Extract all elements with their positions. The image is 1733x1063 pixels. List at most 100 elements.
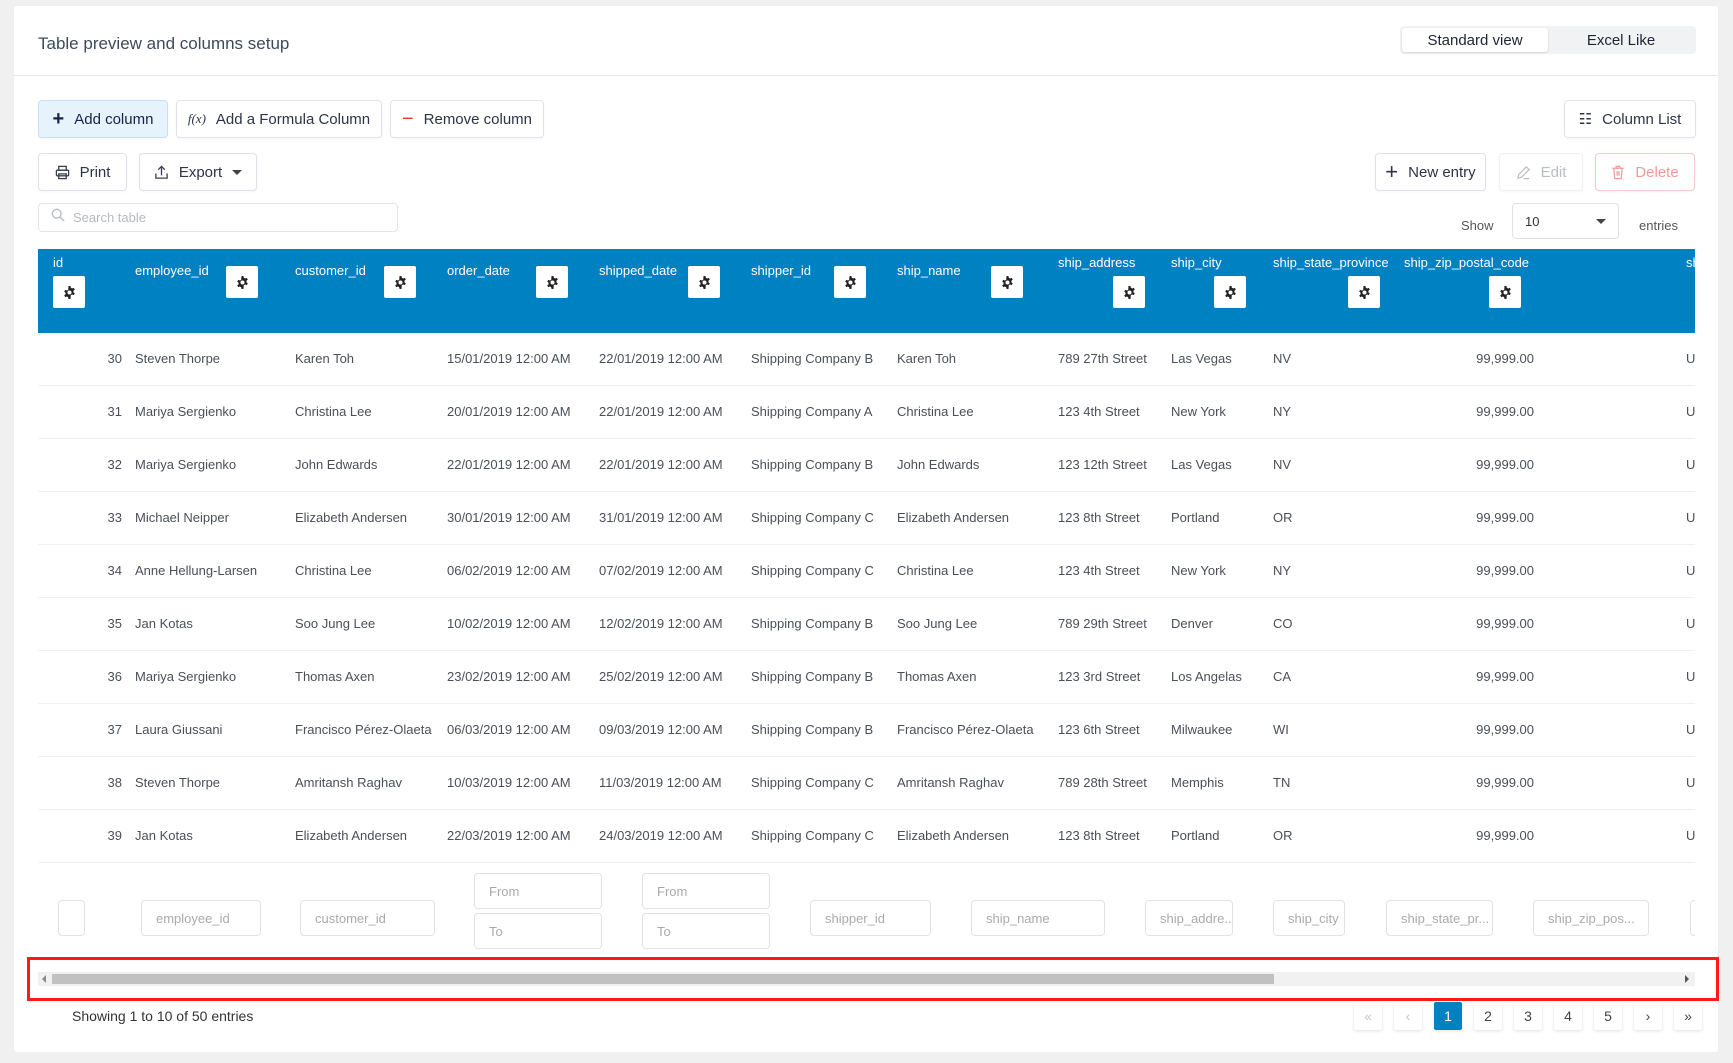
filter-shipper-id-input[interactable]: shipper_id <box>810 900 931 936</box>
cell-ship-address: 123 4th Street <box>1058 404 1140 419</box>
next-page-icon[interactable]: › <box>1634 1002 1662 1030</box>
column-header-shipped-date[interactable]: shipped_date <box>599 263 677 278</box>
filter-customer-id-input[interactable]: customer_id <box>300 900 435 936</box>
column-settings-gear-icon[interactable] <box>536 266 568 298</box>
search-icon <box>51 208 65 227</box>
column-settings-gear-icon[interactable] <box>1214 276 1246 308</box>
column-settings-gear-icon[interactable] <box>1489 276 1521 308</box>
column-header-ship-name[interactable]: ship_name <box>897 263 961 278</box>
export-button[interactable]: Export <box>139 153 257 191</box>
page-button-4[interactable]: 4 <box>1554 1002 1582 1030</box>
column-header-customer-id[interactable]: customer_id <box>295 263 366 278</box>
cell-order-date: 10/02/2019 12:00 AM <box>447 616 571 631</box>
chevron-down-icon <box>1596 218 1606 224</box>
column-header-ship-address[interactable]: ship_address <box>1058 255 1135 270</box>
cell-ship-zip-postal-code: 99,999.00 <box>1476 828 1534 843</box>
cell-employee-id: Steven Thorpe <box>135 775 221 790</box>
table-row[interactable]: 32 Mariya Sergienko John Edwards 22/01/2019… <box>38 439 1695 492</box>
add-formula-column-button[interactable]: f(x) Add a Formula Column <box>176 100 382 138</box>
print-button[interactable]: Print <box>38 153 127 191</box>
cell-ship: US/ <box>1686 828 1695 843</box>
table-row[interactable]: 37 Laura Giussani Francisco Pérez-Olaeta 06… <box>38 704 1695 757</box>
column-header-id[interactable]: id <box>53 255 63 270</box>
column-header-shipper-id[interactable]: shipper_id <box>751 263 811 278</box>
cell-shipper-id: Shipping Company C <box>751 775 874 790</box>
filter-ship-city-input[interactable]: ship_city <box>1273 900 1345 936</box>
tab-excel-like[interactable]: Excel Like <box>1548 28 1694 52</box>
scrollbar-thumb[interactable] <box>52 974 1274 984</box>
first-page-icon[interactable]: « <box>1354 1002 1382 1030</box>
remove-column-button[interactable]: − Remove column <box>390 100 544 138</box>
table-row[interactable]: 33 Michael Neipper Elizabeth Andersen 30/01… <box>38 492 1695 545</box>
cell-order-date: 22/03/2019 12:00 AM <box>447 828 571 843</box>
cell-ship: US/ <box>1686 669 1695 684</box>
column-settings-gear-icon[interactable] <box>991 266 1023 298</box>
tab-standard-view[interactable]: Standard view <box>1402 28 1548 52</box>
column-header-order-date[interactable]: order_date <box>447 263 510 278</box>
cell-shipped-date: 31/01/2019 12:00 AM <box>599 510 723 525</box>
column-settings-gear-icon[interactable] <box>1348 276 1380 308</box>
filter-ship-zip-postal-code-input[interactable]: ship_zip_pos... <box>1533 900 1649 936</box>
new-entry-button[interactable]: + New entry <box>1375 153 1486 191</box>
cell-id: 37 <box>107 722 122 737</box>
filter-order-date-from-input[interactable]: From <box>474 873 602 909</box>
table-row[interactable]: 38 Steven Thorpe Amritansh Raghav 10/03/201… <box>38 757 1695 810</box>
horizontal-scrollbar[interactable] <box>38 972 1695 986</box>
cell-ship-name: John Edwards <box>897 457 980 472</box>
prev-page-icon[interactable]: ‹ <box>1394 1002 1422 1030</box>
page-button-5[interactable]: 5 <box>1594 1002 1622 1030</box>
cell-id: 32 <box>107 457 122 472</box>
filter-id-input[interactable] <box>58 900 85 936</box>
page-size-select[interactable]: 10 <box>1512 203 1619 239</box>
filter-shipped-date-from-input[interactable]: From <box>642 873 770 909</box>
table-row[interactable]: 39 Jan Kotas Elizabeth Andersen 22/03/2019 … <box>38 810 1695 863</box>
cell-customer-id: Christina Lee <box>295 563 372 578</box>
filter-order-date-to-input[interactable]: To <box>474 913 602 949</box>
column-header-ship-zip-postal-code[interactable]: ship_zip_postal_code <box>1404 255 1529 270</box>
upload-icon <box>154 164 169 180</box>
add-column-button[interactable]: + Add column <box>38 100 168 138</box>
filter-employee-id-input[interactable]: employee_id <box>141 900 261 936</box>
column-settings-gear-icon[interactable] <box>53 276 85 308</box>
page-button-2[interactable]: 2 <box>1474 1002 1502 1030</box>
column-settings-gear-icon[interactable] <box>226 266 258 298</box>
table-row[interactable]: 34 Anne Hellung-Larsen Christina Lee 06/02/… <box>38 545 1695 598</box>
edit-label: Edit <box>1540 163 1567 181</box>
filter-ship-address-input[interactable]: ship_addre... <box>1145 900 1233 936</box>
search-input[interactable] <box>73 210 373 225</box>
column-header-ship-city[interactable]: ship_city <box>1171 255 1222 270</box>
filter-shipped-date-to-input[interactable]: To <box>642 913 770 949</box>
cell-shipped-date: 09/03/2019 12:00 AM <box>599 722 723 737</box>
filter-ship-name-input[interactable]: ship_name <box>971 900 1105 936</box>
edit-button[interactable]: Edit <box>1499 153 1583 191</box>
cell-employee-id: Anne Hellung-Larsen <box>135 563 258 578</box>
page-button-1[interactable]: 1 <box>1434 1002 1462 1030</box>
column-settings-gear-icon[interactable] <box>1113 276 1145 308</box>
cell-customer-id: Karen Toh <box>295 351 355 366</box>
column-settings-gear-icon[interactable] <box>384 266 416 298</box>
cell-ship-state-province: CO <box>1273 616 1293 631</box>
page-size-value: 10 <box>1525 213 1540 229</box>
column-list-button[interactable]: ☷ Column List <box>1564 100 1696 138</box>
table-row[interactable]: 35 Jan Kotas Soo Jung Lee 10/02/2019 12:00 … <box>38 598 1695 651</box>
page-button-3[interactable]: 3 <box>1514 1002 1542 1030</box>
column-header-ship-state-province[interactable]: ship_state_province <box>1273 255 1389 270</box>
scroll-right-arrow-icon[interactable] <box>1685 975 1689 983</box>
table-row[interactable]: 30 Steven Thorpe Karen Toh 15/01/2019 12:00… <box>38 333 1695 386</box>
view-toggle: Standard view Excel Like <box>1400 26 1696 54</box>
column-header-employee-id[interactable]: employee_id <box>135 263 209 278</box>
column-settings-gear-icon[interactable] <box>834 266 866 298</box>
printer-icon <box>55 165 70 180</box>
cell-shipper-id: Shipping Company B <box>751 669 874 684</box>
column-settings-gear-icon[interactable] <box>688 266 720 298</box>
table-row[interactable]: 36 Mariya Sergienko Thomas Axen 23/02/2019 … <box>38 651 1695 704</box>
cell-employee-id: Mariya Sergienko <box>135 457 237 472</box>
table-row[interactable]: 31 Mariya Sergienko Christina Lee 20/01/201… <box>38 386 1695 439</box>
last-page-icon[interactable]: » <box>1674 1002 1702 1030</box>
filter-ship-input[interactable]: s <box>1690 900 1695 936</box>
cell-employee-id: Steven Thorpe <box>135 351 221 366</box>
scroll-left-arrow-icon[interactable] <box>42 975 46 983</box>
delete-button[interactable]: Delete <box>1595 153 1695 191</box>
filter-ship-state-province-input[interactable]: ship_state_pr... <box>1386 900 1493 936</box>
column-header-ship[interactable]: ship <box>1686 255 1695 270</box>
